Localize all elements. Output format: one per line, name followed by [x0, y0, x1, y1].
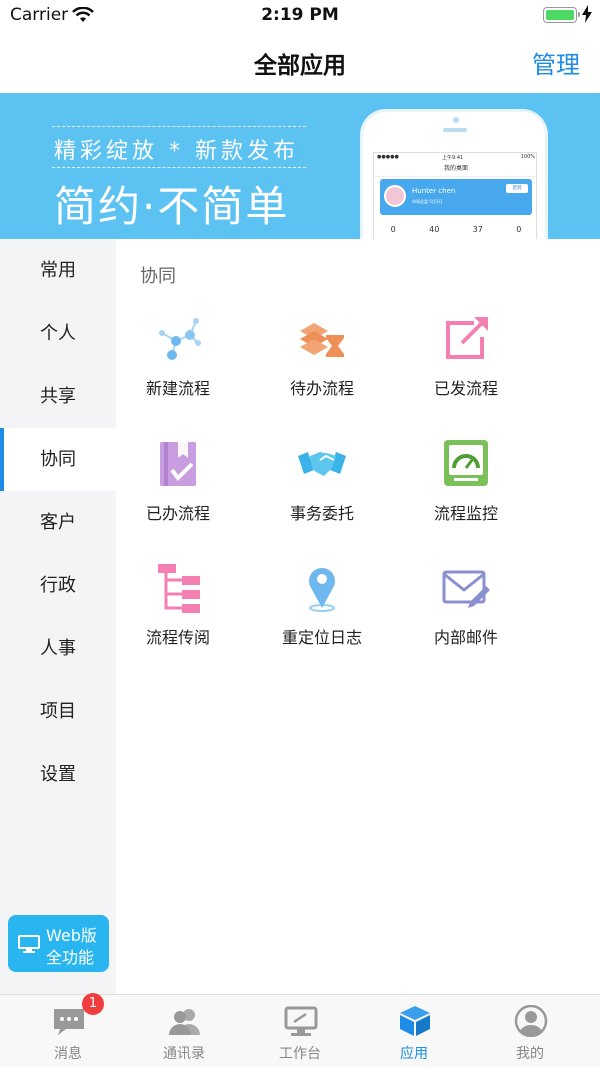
web-version-button[interactable]: Web版 全功能	[8, 915, 109, 972]
mock-stat: 0	[516, 225, 522, 234]
monitor-icon	[284, 1006, 318, 1036]
tab-bar: 1 消息 通讯录 工作台 应用 我的	[0, 993, 600, 1068]
desktop-icon	[18, 935, 40, 953]
mock-signal: ●●●●●	[377, 154, 399, 160]
unread-badge: 1	[82, 993, 104, 1015]
gauge-monitor-icon	[444, 440, 488, 486]
page-title: 全部应用	[254, 53, 346, 79]
mock-user-name: Hunter chen	[412, 187, 456, 195]
tab-apps[interactable]: 应用	[354, 995, 474, 1068]
app-delegate-affairs[interactable]: 事务委托	[250, 438, 394, 548]
promo-banner[interactable]: 精彩绽放 * 新款发布 简约·不简单 ●●●●● 上午9:41 100% 我的桌…	[0, 93, 600, 239]
banner-divider	[52, 126, 306, 127]
share-arrow-icon	[446, 317, 488, 359]
app-label: 已办流程	[145, 504, 210, 523]
sidebar-item-settings[interactable]: 设置	[0, 743, 116, 806]
flow-tree-icon	[158, 564, 200, 613]
app-label: 新建流程	[145, 379, 210, 398]
nav-bar: 全部应用 管理	[0, 32, 600, 92]
app-label: 事务委托	[289, 504, 354, 523]
sidebar-item-hr[interactable]: 人事	[0, 617, 116, 680]
network-nodes-icon	[159, 318, 201, 360]
location-pin-icon	[309, 568, 335, 612]
web-button-line2: 全功能	[46, 948, 95, 967]
app-label: 重定位日志	[281, 628, 362, 647]
mock-title: 我的桌面	[374, 162, 536, 177]
mock-battery: 100%	[520, 154, 535, 160]
tab-label: 消息	[54, 1046, 82, 1062]
section-title: 协同	[140, 266, 176, 287]
app-relocate-log[interactable]: 重定位日志	[250, 562, 394, 672]
tab-label: 我的	[516, 1046, 544, 1062]
mock-user-card: Hunter chen 市场总监 5月3日 签到	[380, 179, 532, 215]
app-sent-process[interactable]: 已发流程	[394, 313, 538, 423]
mock-stat: 37	[472, 225, 483, 234]
mock-signin-chip: 签到	[506, 184, 528, 193]
app-label: 流程传阅	[145, 628, 210, 647]
mock-user-sub: 市场总监 5月3日	[412, 199, 443, 204]
tab-label: 通讯录	[163, 1046, 205, 1062]
sidebar-item-admin[interactable]: 行政	[0, 554, 116, 617]
tab-profile[interactable]: 我的	[470, 995, 590, 1068]
mock-avatar	[384, 185, 406, 207]
app-label: 内部邮件	[433, 628, 498, 647]
mock-stats: 0 40 37 0	[374, 225, 536, 234]
battery-icon	[543, 7, 580, 23]
mock-stat: 40	[429, 225, 440, 234]
tab-label: 工作台	[279, 1046, 321, 1062]
status-bar: Carrier 2:19 PM	[0, 0, 600, 32]
app-internal-mail[interactable]: 内部邮件	[394, 562, 538, 672]
phone-speaker	[443, 128, 467, 132]
app-process-circulate[interactable]: 流程传阅	[106, 562, 250, 672]
sidebar-item-project[interactable]: 项目	[0, 680, 116, 743]
mail-pen-icon	[442, 570, 490, 608]
sidebar-item-personal[interactable]: 个人	[0, 302, 116, 365]
app-done-process[interactable]: 已办流程	[106, 438, 250, 548]
tab-contacts[interactable]: 通讯录	[124, 995, 244, 1068]
mock-time: 上午9:41	[442, 155, 464, 161]
app-label: 待办流程	[289, 379, 354, 398]
banner-divider	[52, 167, 306, 168]
clock: 2:19 PM	[261, 5, 339, 25]
handshake-icon	[298, 452, 346, 476]
tab-workbench[interactable]: 工作台	[240, 995, 360, 1068]
banner-slogan: 简约·不简单	[54, 182, 290, 231]
cube-icon	[400, 1006, 430, 1036]
category-sidebar: 常用 个人 共享 协同 客户 行政 人事 项目 设置	[0, 239, 116, 994]
app-process-monitor[interactable]: 流程监控	[394, 438, 538, 548]
phone-screen: ●●●●● 上午9:41 100% 我的桌面 Hunter chen 市场总监 …	[373, 152, 537, 239]
charging-bolt-icon	[582, 5, 592, 23]
sidebar-item-shared[interactable]: 共享	[0, 365, 116, 428]
app-pending-process[interactable]: 待办流程	[250, 313, 394, 423]
mock-status-bar: ●●●●● 上午9:41 100%	[374, 153, 536, 162]
phone-camera	[453, 117, 459, 123]
web-button-line1: Web版	[46, 926, 97, 945]
tab-label: 应用	[400, 1046, 428, 1062]
sidebar-item-customer[interactable]: 客户	[0, 491, 116, 554]
tab-messages[interactable]: 1 消息	[8, 993, 128, 1068]
sidebar-item-common[interactable]: 常用	[0, 239, 116, 302]
banner-tagline: 精彩绽放 * 新款发布	[54, 139, 299, 164]
mock-stat: 0	[390, 225, 396, 234]
profile-icon	[514, 1005, 548, 1037]
chat-bubble-icon	[54, 1009, 84, 1035]
stack-hourglass-icon	[300, 323, 344, 357]
phone-mockup: ●●●●● 上午9:41 100% 我的桌面 Hunter chen 市场总监 …	[360, 109, 548, 239]
app-label: 已发流程	[433, 379, 498, 398]
app-label: 流程监控	[433, 504, 498, 523]
app-new-process[interactable]: 新建流程	[106, 313, 250, 423]
contacts-icon	[169, 1009, 200, 1035]
checked-book-icon	[160, 442, 196, 486]
manage-button[interactable]: 管理	[532, 45, 580, 80]
sidebar-item-collaboration[interactable]: 协同	[0, 428, 116, 491]
